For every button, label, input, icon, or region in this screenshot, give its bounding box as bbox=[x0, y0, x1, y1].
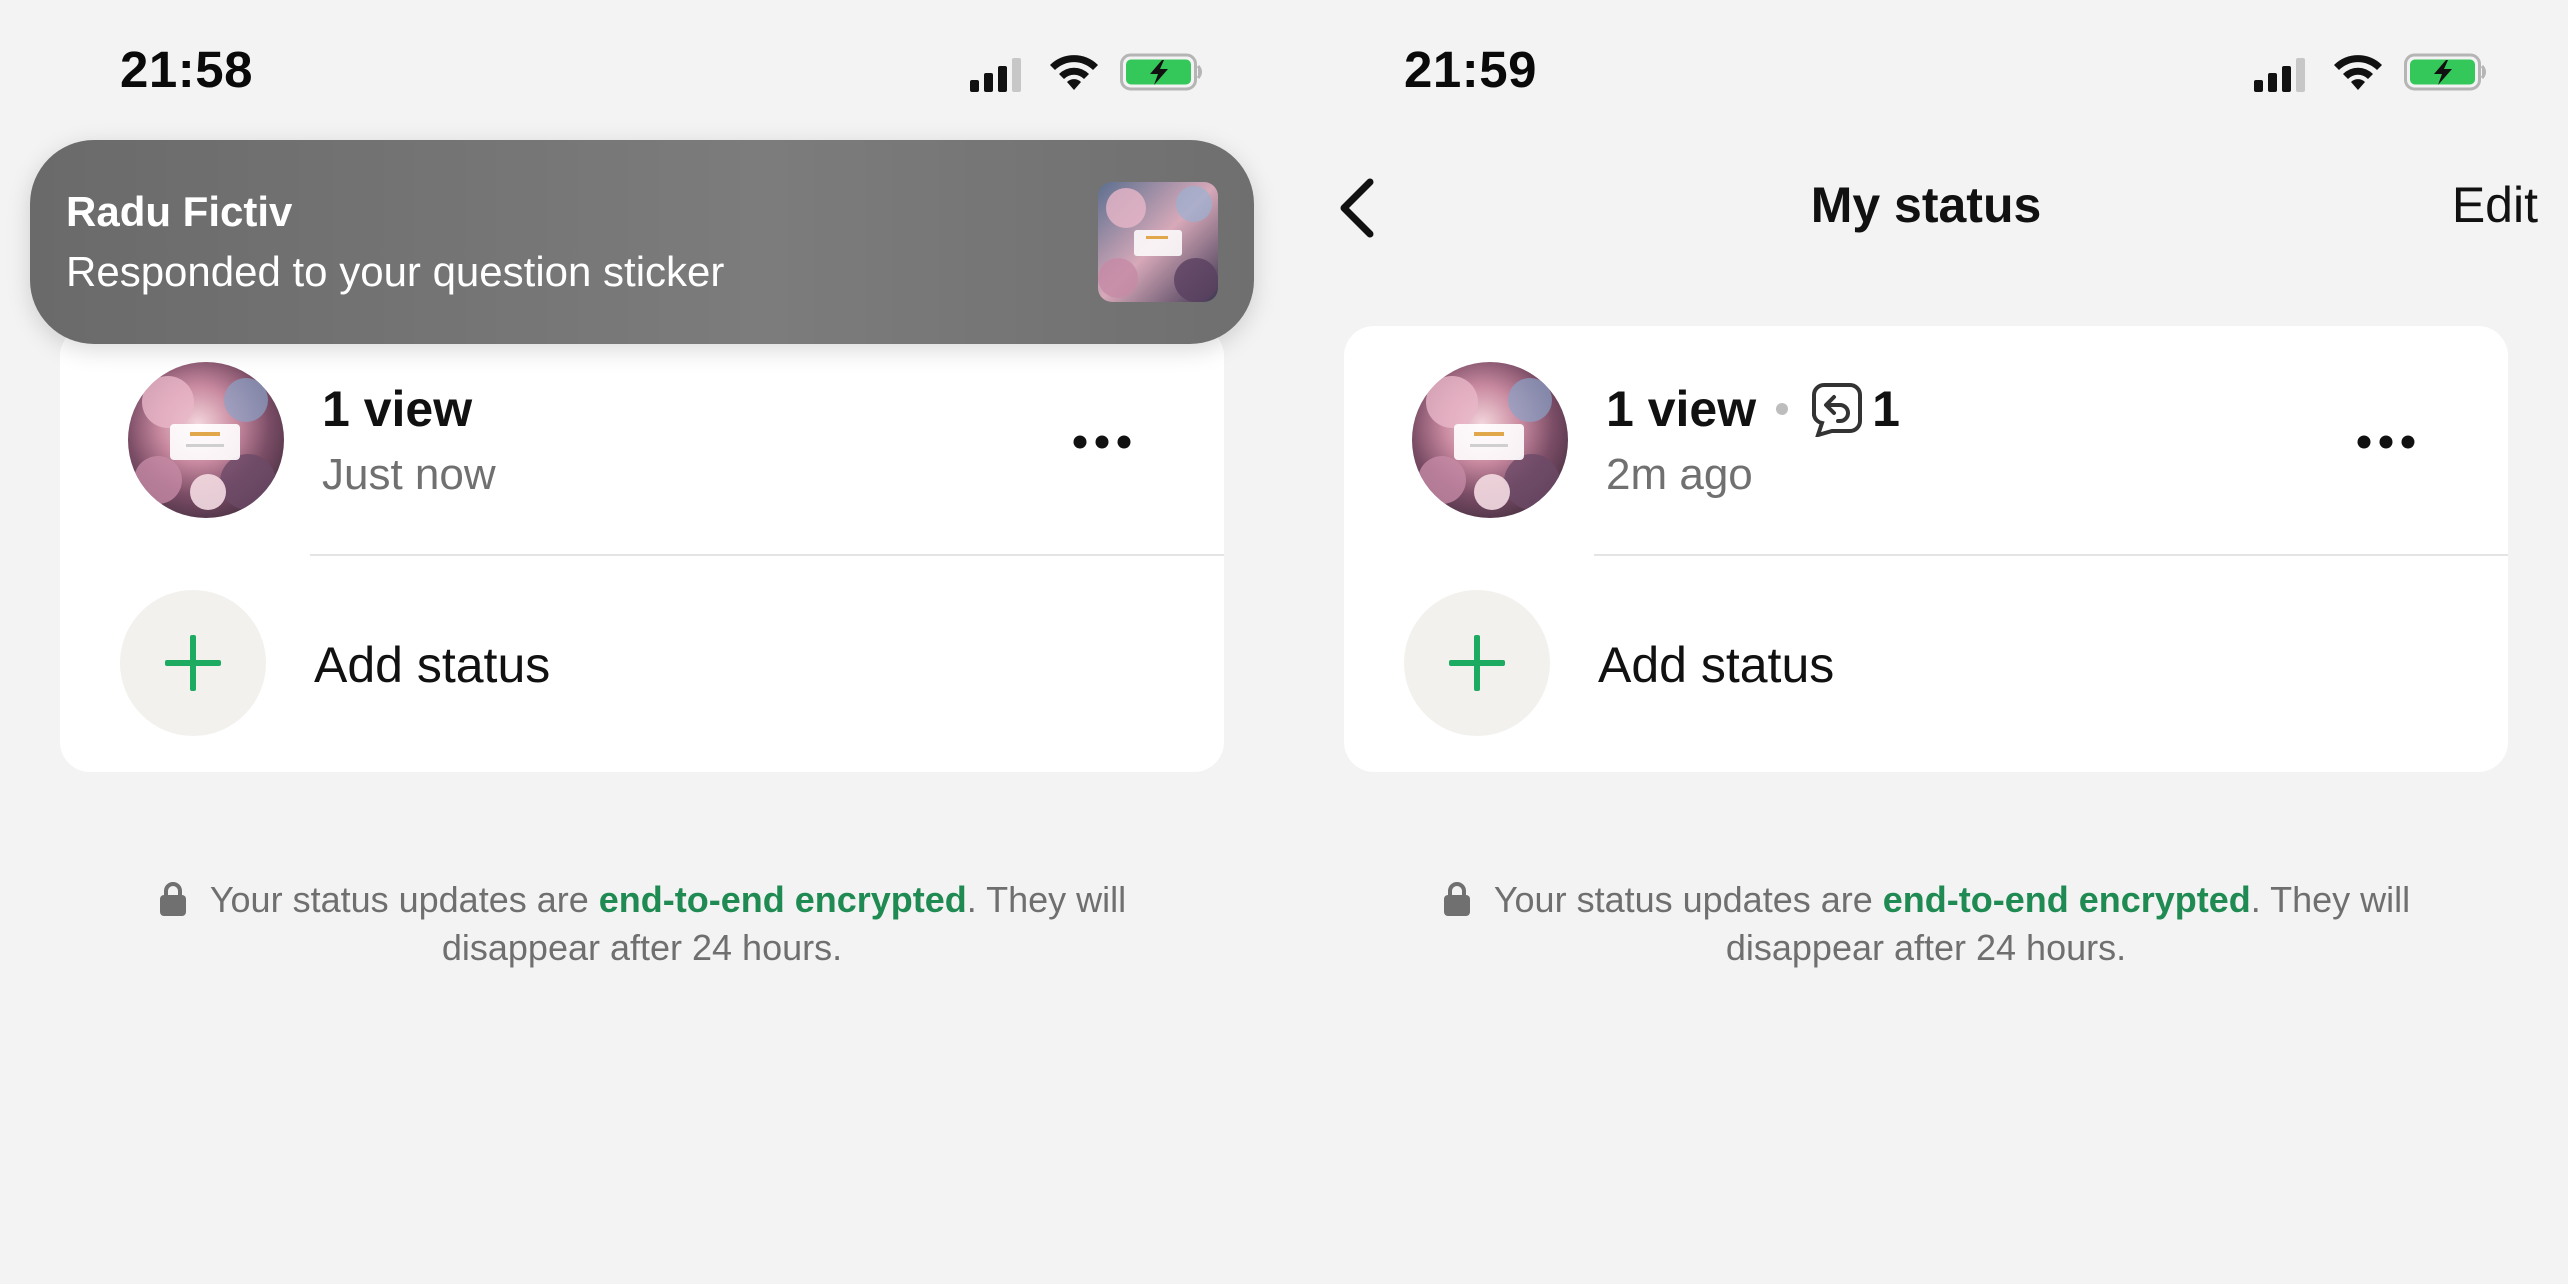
wifi-icon bbox=[1050, 55, 1098, 90]
status-bar: 21:58 bbox=[0, 0, 1284, 140]
battery-charging-icon bbox=[1120, 53, 1202, 91]
status-views-row: 1 view 1 bbox=[1606, 380, 1900, 438]
encryption-link[interactable]: end-to-end encrypted bbox=[599, 879, 967, 920]
more-dots-icon[interactable] bbox=[2356, 434, 2416, 450]
status-views: 1 view bbox=[1606, 381, 1757, 437]
footer-text-prefix: Your status updates are bbox=[1493, 879, 1883, 920]
clock: 21:58 bbox=[120, 41, 253, 98]
my-status-card: 1 view 1 2m ago Add status bbox=[1344, 326, 2508, 772]
divider bbox=[310, 554, 1224, 556]
notification-thumbnail bbox=[1098, 182, 1218, 302]
separator-dot bbox=[1776, 403, 1789, 415]
add-status-label[interactable]: Add status bbox=[314, 636, 550, 694]
battery-charging-icon bbox=[2404, 53, 2486, 91]
status-time: Just now bbox=[322, 450, 496, 499]
lock-icon bbox=[1443, 882, 1470, 916]
reply-icon bbox=[1812, 383, 1863, 437]
notification-body: Responded to your question sticker bbox=[66, 248, 725, 295]
status-icons bbox=[2254, 52, 2494, 94]
more-dots-icon[interactable] bbox=[1072, 434, 1132, 450]
status-bar: 21:59 bbox=[1284, 0, 2568, 140]
lock-icon bbox=[159, 882, 186, 916]
reply-count: 1 bbox=[1872, 381, 1900, 437]
page-title: My status bbox=[1810, 177, 2042, 233]
left-screen: 21:58 1 view Just now Add status Radu Fi… bbox=[0, 0, 1284, 1284]
right-screen: 21:59 My status Edit 1 view 1 2m ago Add… bbox=[1284, 0, 2568, 1284]
edit-button[interactable]: Edit bbox=[2452, 176, 2538, 234]
encryption-link[interactable]: end-to-end encrypted bbox=[1883, 879, 2251, 920]
signal-icon bbox=[970, 58, 1021, 92]
notification-banner[interactable]: Radu Fictiv Responded to your question s… bbox=[30, 140, 1254, 344]
add-status-button[interactable] bbox=[120, 590, 266, 736]
status-thumbnail[interactable] bbox=[128, 362, 284, 518]
footer-text-prefix: Your status updates are bbox=[209, 879, 599, 920]
status-time: 2m ago bbox=[1606, 450, 1753, 499]
encryption-footer: Your status updates are end-to-end encry… bbox=[1384, 876, 2468, 972]
status-thumbnail[interactable] bbox=[1412, 362, 1568, 518]
notification-title: Radu Fictiv bbox=[66, 188, 293, 235]
clock: 21:59 bbox=[1404, 41, 1537, 98]
add-status-label[interactable]: Add status bbox=[1598, 636, 1834, 694]
divider bbox=[1594, 554, 2508, 556]
plus-icon bbox=[1449, 635, 1505, 691]
encryption-footer: Your status updates are end-to-end encry… bbox=[100, 876, 1184, 972]
add-status-button[interactable] bbox=[1404, 590, 1550, 736]
status-icons bbox=[970, 52, 1210, 94]
status-views: 1 view bbox=[322, 381, 473, 437]
wifi-icon bbox=[2334, 55, 2382, 90]
my-status-card: 1 view Just now Add status bbox=[60, 326, 1224, 772]
signal-icon bbox=[2254, 58, 2305, 92]
plus-icon bbox=[165, 635, 221, 691]
